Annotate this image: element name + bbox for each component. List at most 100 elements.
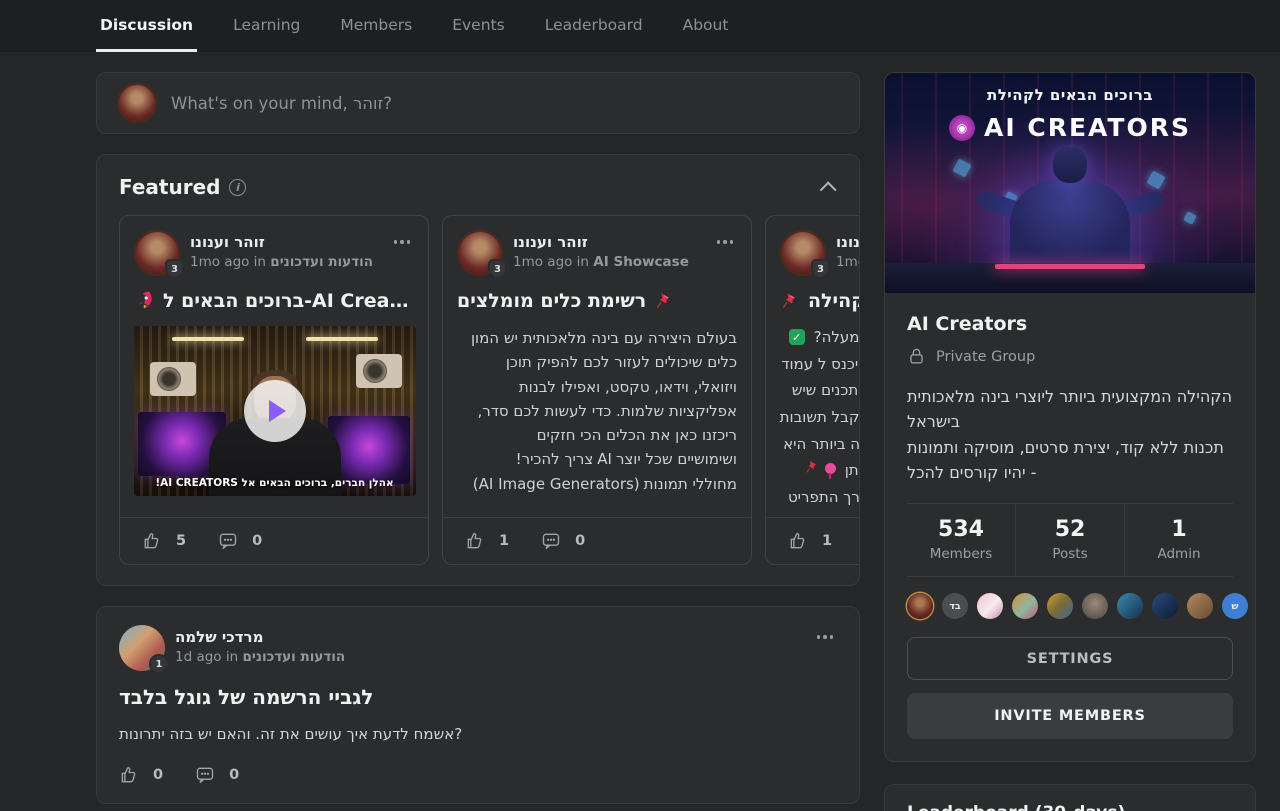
- comment-icon[interactable]: [541, 531, 561, 551]
- play-button[interactable]: [244, 380, 306, 442]
- tab-learning[interactable]: Learning: [229, 0, 304, 52]
- settings-button[interactable]: SETTINGS: [907, 637, 1233, 680]
- more-options-icon[interactable]: [390, 236, 415, 248]
- avatar[interactable]: 1: [119, 625, 165, 671]
- post-time: 1mo ago in: [190, 254, 270, 270]
- member-avatar[interactable]: [1187, 593, 1213, 619]
- author-name[interactable]: מרדכי שלמה: [175, 628, 345, 646]
- chevron-up-icon[interactable]: [820, 181, 837, 198]
- tab-about[interactable]: About: [679, 0, 733, 52]
- post-body: בעולם היצירה עם בינה מלאכותית יש המוןכלי…: [457, 326, 737, 496]
- body-text: דרך התפריט: [788, 484, 859, 511]
- like-icon[interactable]: [142, 531, 162, 551]
- level-badge: 3: [488, 259, 507, 279]
- like-count: 0: [153, 767, 163, 783]
- post-category[interactable]: הודעות ועדכונים: [270, 254, 373, 270]
- more-options-icon[interactable]: [813, 631, 838, 643]
- group-info-card: ברוכים הבאים לקהילת ◉ AI CREATORS AI Cre…: [884, 72, 1256, 762]
- tab-members[interactable]: Members: [336, 0, 416, 52]
- post-time: 1mo ago in: [836, 254, 859, 270]
- tab-events[interactable]: Events: [448, 0, 508, 52]
- member-avatars-row: בדש: [907, 577, 1233, 637]
- post-category[interactable]: הודעות ועדכונים: [242, 649, 345, 665]
- avatar[interactable]: 3: [134, 230, 180, 276]
- avatar[interactable]: 3: [780, 230, 826, 276]
- post-title-text: רשימת כלים מומלצים: [457, 290, 646, 312]
- leaderboard-title: Leaderboard (30-days): [907, 803, 1233, 811]
- avatar: [117, 83, 157, 123]
- brain-icon: ◉: [949, 115, 975, 141]
- group-banner: ברוכים הבאים לקהילת ◉ AI CREATORS: [885, 73, 1255, 293]
- comment-icon[interactable]: [218, 531, 238, 551]
- group-stats: 534Members52Posts1Admin: [907, 503, 1233, 577]
- speaker: [356, 354, 402, 388]
- post-time: 1d ago in: [175, 649, 242, 665]
- post-time: 1mo ago in: [513, 254, 593, 270]
- comment-icon[interactable]: [195, 765, 215, 785]
- video-thumbnail[interactable]: אהלן חברים, ברוכים הבאים אל AI CREATORS!: [134, 326, 416, 496]
- pushpin-icon: [804, 457, 820, 484]
- pushpin-icon: [780, 291, 800, 311]
- author-name[interactable]: זוהר וענונו: [513, 233, 689, 251]
- more-options-icon[interactable]: [713, 236, 738, 248]
- level-badge: 3: [811, 259, 830, 279]
- body-text: כה ביותר היא: [783, 431, 859, 458]
- video-caption: אהלן חברים, ברוכים הבאים אל AI CREATORS!: [134, 477, 416, 489]
- post-title-text: קהילה: [808, 290, 859, 312]
- banner-figure: [990, 147, 1150, 267]
- composer-prompt[interactable]: What's on your mind, זוהר?: [171, 94, 392, 113]
- stat-members[interactable]: 534Members: [907, 504, 1015, 576]
- body-text: AI: [597, 450, 612, 468]
- like-icon[interactable]: [119, 765, 139, 785]
- avatar[interactable]: 3: [457, 230, 503, 276]
- tab-leaderboard[interactable]: Leaderboard: [541, 0, 647, 52]
- member-avatar[interactable]: [1152, 593, 1178, 619]
- member-avatar[interactable]: [977, 593, 1003, 619]
- featured-cards-row: 3 זוהר וענונו 1mo ago in הודעות ועדכונים: [119, 215, 859, 565]
- body-text: אפליקציות שלמות. כדי לעשות לכם סדר,: [477, 402, 737, 420]
- level-badge: 3: [165, 259, 184, 279]
- stat-admin[interactable]: 1Admin: [1124, 504, 1233, 576]
- stat-label: Posts: [1016, 546, 1124, 562]
- stat-posts[interactable]: 52Posts: [1015, 504, 1124, 576]
- body-text: בעולם היצירה עם בינה מלאכותית יש המון: [471, 329, 737, 347]
- tab-discussion[interactable]: Discussion: [96, 0, 197, 52]
- post-title[interactable]: לגביי הרשמה של גוגל בלבד: [119, 685, 837, 709]
- banner-welcome-text: ברוכים הבאים לקהילת: [885, 86, 1255, 104]
- post-title[interactable]: ברוכים הבאים ל-AI Creat...: [134, 290, 414, 312]
- like-icon[interactable]: [465, 531, 485, 551]
- stat-value: 534: [907, 517, 1015, 542]
- member-avatar[interactable]: ש: [1222, 593, 1248, 619]
- featured-card[interactable]: 3 זוהר וענונו 1mo ago in הודעות ועדכונים: [765, 215, 859, 565]
- member-avatar[interactable]: [1012, 593, 1038, 619]
- author-name[interactable]: זוהר וענונו: [190, 233, 373, 251]
- body-text: ויזואלי, וידאו, טקסט, ואפילו לבנות: [519, 378, 737, 396]
- stat-value: 1: [1125, 517, 1233, 542]
- studio-light: [306, 337, 378, 341]
- featured-card[interactable]: 3 זוהר וענונו 1mo ago in AI Showcase רשי…: [442, 215, 752, 565]
- pushpin-icon: [654, 291, 674, 311]
- member-avatar[interactable]: בד: [942, 593, 968, 619]
- check-icon: ✓: [789, 329, 805, 345]
- featured-title: Featured: [119, 175, 220, 199]
- info-icon[interactable]: i: [229, 179, 246, 196]
- body-text: (AI Image Generators): [473, 475, 640, 493]
- post-title[interactable]: רשימת כלים מומלצים: [457, 290, 737, 312]
- comment-count: 0: [575, 533, 585, 549]
- invite-members-button[interactable]: INVITE MEMBERS: [907, 693, 1233, 739]
- member-avatar[interactable]: [907, 593, 933, 619]
- featured-card[interactable]: 3 זוהר וענונו 1mo ago in הודעות ועדכונים: [119, 215, 429, 565]
- feed-post[interactable]: 1 מרדכי שלמה 1d ago in הודעות ועדכונים ל…: [96, 606, 860, 804]
- member-avatar[interactable]: [1082, 593, 1108, 619]
- member-avatar[interactable]: [1117, 593, 1143, 619]
- studio-light: [172, 337, 244, 341]
- member-avatar[interactable]: [1047, 593, 1073, 619]
- body-text: ריכזנו כאן את הכלים הכי חזקים: [537, 426, 737, 444]
- author-name[interactable]: זוהר וענונו: [836, 233, 859, 251]
- top-navigation: Discussion Learning Members Events Leaderboa…: [0, 0, 1280, 52]
- speaker: [150, 362, 196, 396]
- post-category[interactable]: AI Showcase: [593, 254, 689, 270]
- post-title[interactable]: קהילה: [780, 290, 859, 312]
- post-composer[interactable]: What's on your mind, זוהר?: [96, 72, 860, 134]
- like-icon[interactable]: [788, 531, 808, 551]
